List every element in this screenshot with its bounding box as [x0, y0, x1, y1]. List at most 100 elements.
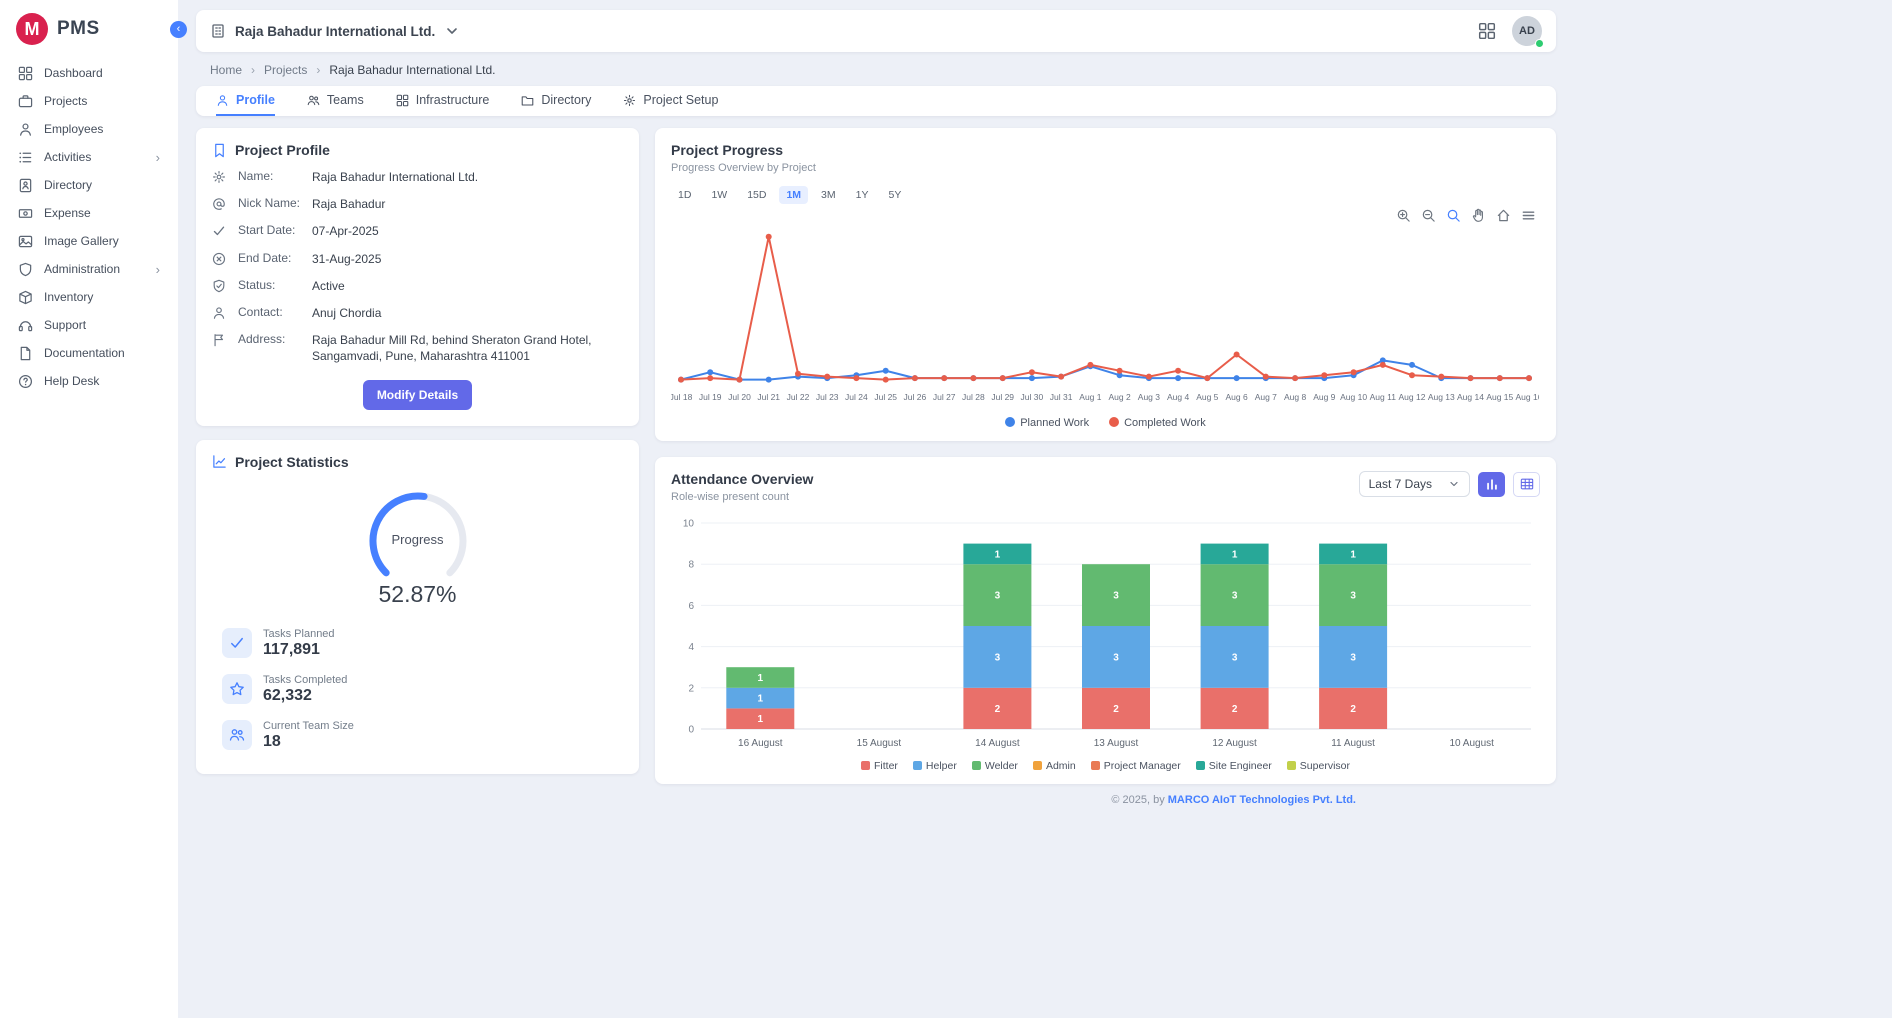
- table-view-toggle-button[interactable]: [1513, 472, 1540, 497]
- selection-zoom-button[interactable]: [1446, 208, 1461, 223]
- legend-marker: [861, 761, 870, 770]
- range-5y-button[interactable]: 5Y: [881, 186, 908, 204]
- flag-icon: [212, 333, 226, 347]
- profile-field-address: Address:Raja Bahadur Mill Rd, behind She…: [212, 332, 623, 364]
- sidebar-item-support[interactable]: Support: [0, 311, 178, 339]
- field-value: 31-Aug-2025: [312, 251, 623, 267]
- document-icon: [18, 346, 33, 361]
- footer: © 2025, by MARCO AIoT Technologies Pvt. …: [196, 784, 1556, 806]
- legend-item-supervisor[interactable]: Supervisor: [1287, 760, 1350, 772]
- table-icon: [1520, 477, 1534, 491]
- right-column: Project Progress Progress Overview by Pr…: [655, 128, 1556, 784]
- range-1w-button[interactable]: 1W: [704, 186, 734, 204]
- legend-label: Site Engineer: [1209, 760, 1272, 772]
- svg-text:Jul 29: Jul 29: [991, 392, 1014, 402]
- sidebar-item-expense[interactable]: Expense: [0, 199, 178, 227]
- svg-text:8: 8: [688, 560, 694, 571]
- svg-text:Aug 14: Aug 14: [1457, 392, 1484, 402]
- project-progress-card: Project Progress Progress Overview by Pr…: [655, 128, 1556, 441]
- stat-value: 62,332: [263, 687, 347, 705]
- sidebar-item-directory[interactable]: Directory: [0, 171, 178, 199]
- sidebar-item-documentation[interactable]: Documentation: [0, 339, 178, 367]
- attendance-controls: Last 7 Days: [1359, 471, 1540, 497]
- zoom-out-button[interactable]: [1421, 208, 1436, 223]
- sidebar-item-dashboard[interactable]: Dashboard: [0, 59, 178, 87]
- legend-item-site-engineer[interactable]: Site Engineer: [1196, 760, 1272, 772]
- brand-logo-icon: M: [16, 13, 48, 45]
- svg-text:12 August: 12 August: [1212, 738, 1257, 749]
- svg-text:1: 1: [758, 694, 764, 705]
- breadcrumb-item-home[interactable]: Home: [210, 63, 242, 77]
- range-3m-button[interactable]: 3M: [814, 186, 843, 204]
- sidebar-item-administration[interactable]: Administration›: [0, 255, 178, 283]
- sidebar-item-image-gallery[interactable]: Image Gallery: [0, 227, 178, 255]
- pan-button[interactable]: [1471, 208, 1486, 223]
- svg-text:2: 2: [1232, 704, 1238, 715]
- company-selector[interactable]: Raja Bahadur International Ltd.: [210, 23, 460, 39]
- sidebar: M PMS DashboardProjectsEmployeesActiviti…: [0, 0, 178, 1018]
- sidebar-item-label: Activities: [44, 150, 91, 164]
- tab-infrastructure[interactable]: Infrastructure: [396, 86, 490, 116]
- chart-menu-button[interactable]: [1521, 208, 1536, 223]
- topbar-right: AD: [1478, 16, 1542, 46]
- range-1y-button[interactable]: 1Y: [849, 186, 876, 204]
- sidebar-item-projects[interactable]: Projects: [0, 87, 178, 115]
- legend-marker: [1033, 761, 1042, 770]
- headset-icon: [18, 318, 33, 333]
- chart-view-toggle-button[interactable]: [1478, 472, 1505, 497]
- range-1d-button[interactable]: 1D: [671, 186, 698, 204]
- tab-project-setup[interactable]: Project Setup: [623, 86, 718, 116]
- legend-item-completed-work[interactable]: Completed Work: [1109, 417, 1206, 429]
- company-link[interactable]: MARCO AIoT Technologies Pvt. Ltd.: [1168, 794, 1356, 806]
- attendance-chart[interactable]: 024681011116 August15 August233114 Augus…: [671, 513, 1539, 753]
- tab-profile[interactable]: Profile: [216, 86, 275, 116]
- zoom-out-icon: [1421, 208, 1436, 223]
- stat-value: 18: [263, 733, 354, 751]
- range-15d-button[interactable]: 15D: [740, 186, 773, 204]
- brand[interactable]: M PMS: [0, 0, 178, 59]
- zoom-in-button[interactable]: [1396, 208, 1411, 223]
- sidebar-item-inventory[interactable]: Inventory: [0, 283, 178, 311]
- sidebar-item-help-desk[interactable]: Help Desk: [0, 367, 178, 395]
- svg-text:Jul 30: Jul 30: [1021, 392, 1044, 402]
- legend-item-fitter[interactable]: Fitter: [861, 760, 898, 772]
- svg-text:2: 2: [1113, 704, 1119, 715]
- svg-text:11 August: 11 August: [1331, 738, 1375, 749]
- svg-text:10: 10: [683, 519, 695, 530]
- apps-grid-button[interactable]: [1478, 22, 1496, 40]
- tab-directory[interactable]: Directory: [521, 86, 591, 116]
- copyright-text: © 2025, by: [1111, 794, 1167, 806]
- sidebar-item-employees[interactable]: Employees: [0, 115, 178, 143]
- legend-item-planned-work[interactable]: Planned Work: [1005, 417, 1089, 429]
- legend-marker: [1091, 761, 1100, 770]
- star-icon: [229, 681, 245, 697]
- legend-label: Helper: [926, 760, 957, 772]
- stat-icon-box: [222, 628, 252, 658]
- legend-item-helper[interactable]: Helper: [913, 760, 957, 772]
- sidebar-collapse-button[interactable]: ‹: [170, 21, 187, 38]
- svg-text:Aug 5: Aug 5: [1196, 392, 1218, 402]
- legend-item-welder[interactable]: Welder: [972, 760, 1018, 772]
- stat-current-team-size: Current Team Size18: [212, 720, 623, 751]
- svg-text:1: 1: [1350, 549, 1356, 560]
- legend-item-project-manager[interactable]: Project Manager: [1091, 760, 1181, 772]
- breadcrumb-item-projects[interactable]: Projects: [264, 63, 307, 77]
- legend-item-admin[interactable]: Admin: [1033, 760, 1076, 772]
- range-1m-button[interactable]: 1M: [779, 186, 808, 204]
- check-icon: [212, 224, 226, 238]
- sidebar-item-activities[interactable]: Activities›: [0, 143, 178, 171]
- date-range-select[interactable]: Last 7 Days: [1359, 471, 1470, 497]
- profile-field-name: Name:Raja Bahadur International Ltd.: [212, 169, 623, 185]
- profile-field-status: Status:Active: [212, 278, 623, 294]
- reset-zoom-button[interactable]: [1496, 208, 1511, 223]
- modify-details-button[interactable]: Modify Details: [363, 380, 472, 410]
- menu-icon: [1521, 208, 1536, 223]
- tab-teams[interactable]: Teams: [307, 86, 364, 116]
- avatar[interactable]: AD: [1512, 16, 1542, 46]
- project-progress-chart[interactable]: Jul 18Jul 19Jul 20Jul 21Jul 22Jul 23Jul …: [671, 210, 1539, 410]
- legend-label: Completed Work: [1124, 417, 1206, 429]
- bar-chart-legend: Fitter Helper Welder Admin Project Manager Si…: [671, 760, 1540, 772]
- svg-text:16 August: 16 August: [738, 738, 783, 749]
- sidebar-item-label: Inventory: [44, 290, 93, 304]
- svg-text:Jul 19: Jul 19: [699, 392, 722, 402]
